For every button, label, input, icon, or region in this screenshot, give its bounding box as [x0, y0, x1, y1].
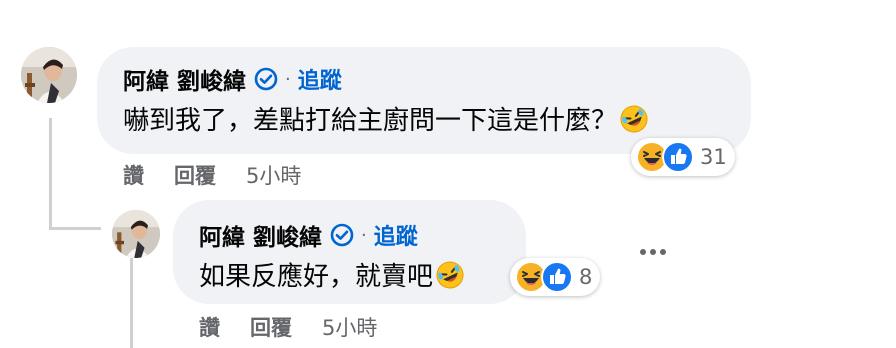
avatar-image [112, 210, 160, 258]
reply-header: 阿緯 劉峻緯 · 追蹤 [199, 218, 418, 252]
comment-author-name[interactable]: 阿緯 劉峻緯 [123, 62, 246, 96]
reaction-count: 31 [700, 145, 727, 169]
thread-line-vertical-continue [130, 258, 133, 348]
reaction-count: 8 [579, 265, 593, 289]
comment-timestamp[interactable]: 5小時 [246, 160, 301, 190]
separator-dot: · [285, 68, 291, 90]
reply-button[interactable]: 回覆 [250, 312, 292, 342]
like-reaction-icon [541, 261, 573, 293]
reply-button[interactable]: 回覆 [174, 160, 216, 190]
like-button[interactable]: 讚 [123, 160, 144, 190]
verified-badge-icon [330, 223, 354, 247]
thread-line-branch [49, 227, 101, 230]
reply-text: 如果反應好，就賣吧 [199, 262, 434, 292]
reply-avatar[interactable] [112, 210, 160, 258]
avatar[interactable] [21, 47, 77, 103]
comment-text-row: 嚇到我了，差點打給主廚問一下這是什麼？ [123, 100, 649, 137]
follow-button[interactable]: 追蹤 [298, 63, 342, 95]
comment-text: 嚇到我了，差點打給主廚問一下這是什麼？ [123, 106, 618, 136]
comment-actions: 讚 回覆 5小時 [123, 160, 301, 190]
follow-button[interactable]: 追蹤 [374, 219, 418, 251]
like-button[interactable]: 讚 [199, 312, 220, 342]
reaction-summary[interactable]: 31 [631, 138, 735, 176]
reply-actions: 讚 回覆 5小時 [199, 312, 377, 342]
rofl-emoji-icon [436, 261, 464, 288]
reply-timestamp[interactable]: 5小時 [322, 312, 377, 342]
avatar-image [21, 47, 77, 103]
more-options-icon[interactable] [640, 249, 666, 255]
reply-author-name[interactable]: 阿緯 劉峻緯 [199, 218, 322, 252]
like-reaction-icon [662, 141, 694, 173]
thread-line-vertical [49, 118, 52, 230]
reaction-summary[interactable]: 8 [510, 258, 601, 296]
verified-badge-icon [254, 67, 278, 91]
comment-header: 阿緯 劉峻緯 · 追蹤 [123, 62, 342, 96]
more-dot [650, 249, 656, 255]
more-dot [660, 249, 666, 255]
rofl-emoji-icon [620, 105, 648, 132]
reply-text-row: 如果反應好，就賣吧 [199, 256, 465, 293]
more-dot [640, 249, 646, 255]
separator-dot: · [361, 224, 367, 246]
